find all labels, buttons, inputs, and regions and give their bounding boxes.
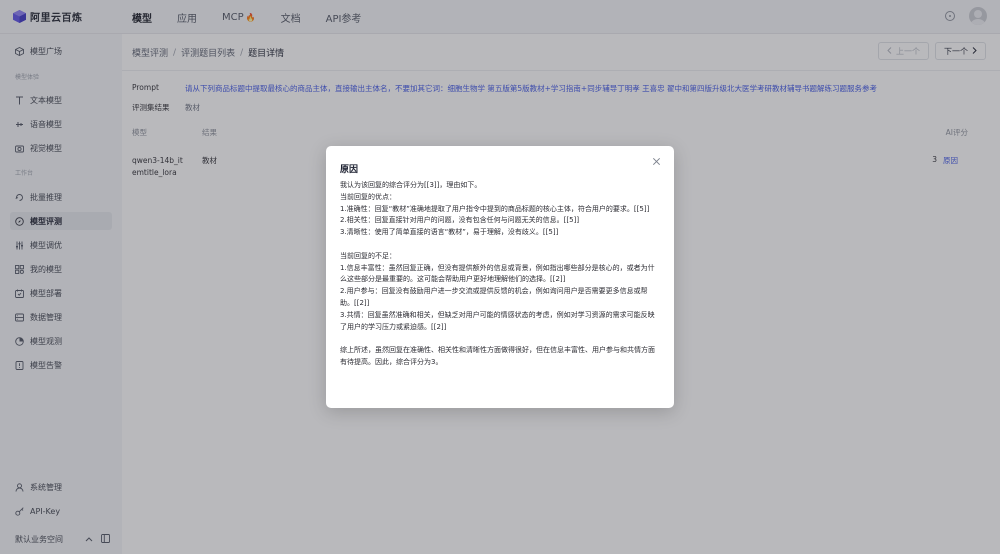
dialog-line: 1.准确性：回复“教材”准确地提取了用户指令中提到的商品标题的核心主体，符合用户… <box>340 204 650 213</box>
dialog-line: 当前回复的不足： <box>340 251 396 260</box>
dialog-line: 综上所述，虽然回复在准确性、相关性和清晰性方面做得很好，但在信息丰富性、用户参与… <box>340 346 655 366</box>
dialog-body: 我认为该回复的综合评分为[[3]]，理由如下。 当前回复的优点： 1.准确性：回… <box>340 180 658 369</box>
dialog-line: 1.信息丰富性：虽然回复正确，但没有提供额外的信息或背景，例如指出哪些部分是核心… <box>340 263 655 284</box>
dialog-line: 3.共情：回复虽然准确和相关，但缺乏对用户可能的情感状态的考虑，例如对学习资源的… <box>340 310 655 331</box>
dialog-line: 2.相关性：回复直接针对用户的问题，没有包含任何与问题无关的信息。[[5]] <box>340 216 580 225</box>
dialog-line: 2.用户参与：回复没有鼓励用户进一步交流或提供反馈的机会，例如询问用户是否需要更… <box>340 287 648 307</box>
dialog-spacer <box>340 239 658 251</box>
dialog-spacer <box>340 333 658 345</box>
dialog-line: 我认为该回复的综合评分为[[3]]，理由如下。 <box>340 181 482 189</box>
dialog-line: 3.清晰性：使用了简单直接的语言“教材”，易于理解，没有歧义。[[5]] <box>340 228 559 237</box>
dialog-title: 原因 <box>340 165 359 175</box>
close-icon[interactable] <box>650 156 662 168</box>
dialog-line: 当前回复的优点： <box>340 192 396 201</box>
reason-dialog: 原因 我认为该回复的综合评分为[[3]]，理由如下。 当前回复的优点： 1.准确… <box>326 146 674 408</box>
